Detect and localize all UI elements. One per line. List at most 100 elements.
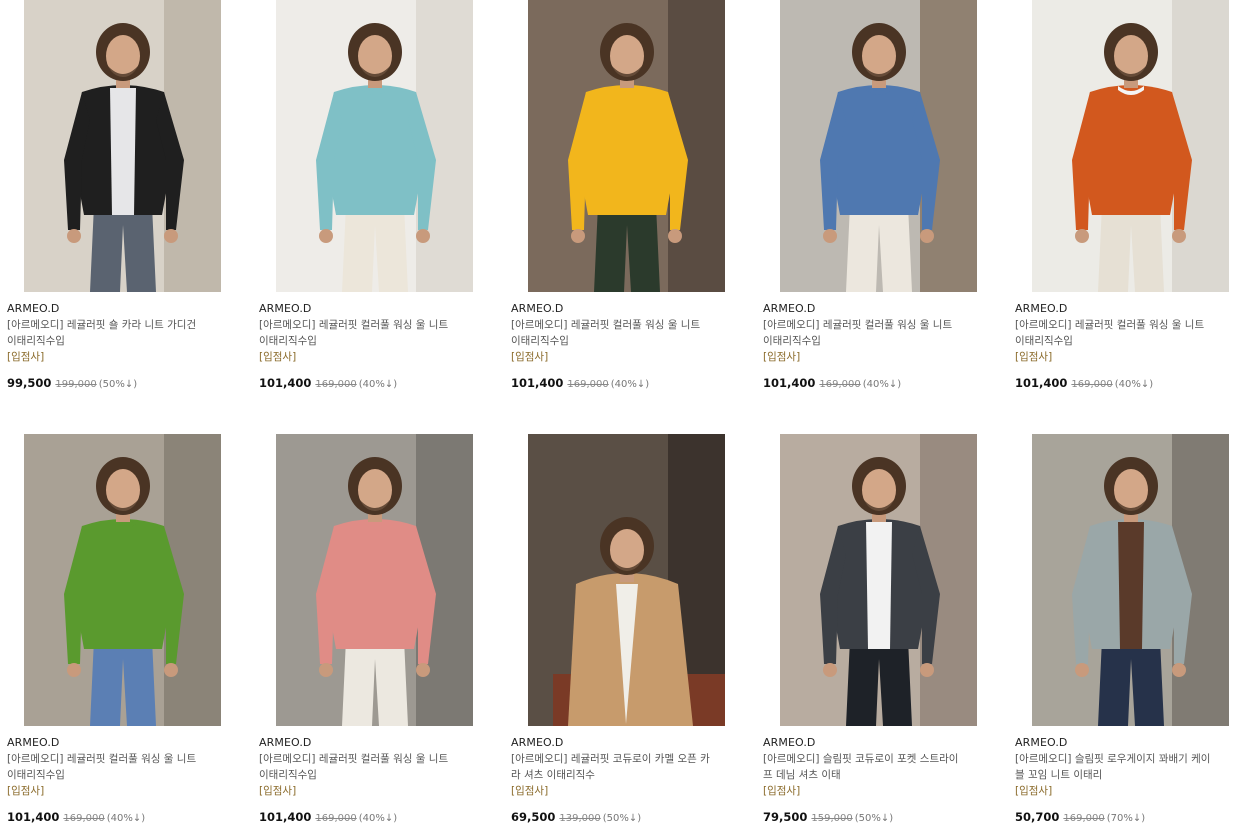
product-photo bbox=[1032, 0, 1229, 292]
seller-tag: [입점사] bbox=[1015, 785, 1053, 797]
original-price: 169,000 bbox=[567, 379, 609, 390]
product-photo bbox=[24, 0, 221, 292]
product-brand[interactable]: ARMEO.D bbox=[1015, 736, 1234, 750]
sale-price: 101,400 bbox=[763, 376, 816, 390]
product-grid: ARMEO.D [아르메오디] 레귤러핏 숄 카라 니트 가디건 이태리직수입 … bbox=[0, 0, 1234, 836]
price-row: 101,400 169,000 (40%↓) bbox=[259, 810, 481, 826]
original-price: 169,000 bbox=[1071, 379, 1113, 390]
product-name[interactable]: [아르메오디] 레귤러핏 코듀로이 카멜 오픈 카라 셔츠 이태리직수 bbox=[511, 751, 711, 783]
original-price: 169,000 bbox=[315, 379, 357, 390]
product-name[interactable]: [아르메오디] 슬림핏 코듀로이 포켓 스트라이프 데님 셔츠 이태 bbox=[763, 751, 963, 783]
seller-tag: [입점사] bbox=[7, 351, 45, 363]
product-info: ARMEO.D [아르메오디] 레귤러핏 컬러풀 워싱 울 니트 이태리직수입 … bbox=[259, 302, 481, 392]
price-row: 50,700 169,000 (70%↓) bbox=[1015, 810, 1234, 826]
product-image[interactable] bbox=[528, 0, 725, 292]
product-name[interactable]: [아르메오디] 슬림핏 로우게이지 꽈배기 케이블 꼬임 니트 이태리 bbox=[1015, 751, 1215, 783]
product-info: ARMEO.D [아르메오디] 슬림핏 코듀로이 포켓 스트라이프 데님 셔츠 … bbox=[763, 736, 985, 826]
price-row: 99,500 199,000 (50%↓) bbox=[7, 376, 229, 392]
original-price: 169,000 bbox=[63, 813, 105, 824]
seller-tag: [입점사] bbox=[259, 785, 297, 797]
seller-tag: [입점사] bbox=[511, 351, 549, 363]
product-image[interactable] bbox=[528, 434, 725, 726]
product-brand[interactable]: ARMEO.D bbox=[7, 736, 229, 750]
product-brand[interactable]: ARMEO.D bbox=[259, 302, 481, 316]
sale-price: 101,400 bbox=[259, 376, 312, 390]
product-image[interactable] bbox=[276, 434, 473, 726]
product-name[interactable]: [아르메오디] 레귤러핏 컬러풀 워싱 울 니트 이태리직수입 bbox=[259, 317, 459, 349]
price-row: 69,500 139,000 (50%↓) bbox=[511, 810, 733, 826]
sale-price: 101,400 bbox=[1015, 376, 1068, 390]
product-photo bbox=[780, 0, 977, 292]
product-name[interactable]: [아르메오디] 레귤러핏 컬러풀 워싱 울 니트 이태리직수입 bbox=[1015, 317, 1215, 349]
product-photo bbox=[1032, 434, 1229, 726]
discount-rate: (40%↓) bbox=[862, 379, 902, 390]
price-row: 101,400 169,000 (40%↓) bbox=[511, 376, 733, 392]
product-brand[interactable]: ARMEO.D bbox=[7, 302, 229, 316]
price-row: 101,400 169,000 (40%↓) bbox=[7, 810, 229, 826]
product-photo bbox=[276, 434, 473, 726]
seller-tag: [입점사] bbox=[259, 351, 297, 363]
product-info: ARMEO.D [아르메오디] 레귤러핏 컬러풀 워싱 울 니트 이태리직수입 … bbox=[259, 736, 481, 826]
seller-tag: [입점사] bbox=[511, 785, 549, 797]
product-photo bbox=[24, 434, 221, 726]
sale-price: 101,400 bbox=[511, 376, 564, 390]
product-photo bbox=[528, 434, 725, 726]
product-brand[interactable]: ARMEO.D bbox=[763, 736, 985, 750]
product-brand[interactable]: ARMEO.D bbox=[511, 302, 733, 316]
sale-price: 50,700 bbox=[1015, 810, 1060, 824]
sale-price: 101,400 bbox=[7, 810, 60, 824]
product-image[interactable] bbox=[1032, 0, 1229, 292]
discount-rate: (50%↓) bbox=[98, 379, 138, 390]
original-price: 199,000 bbox=[55, 379, 97, 390]
seller-tag: [입점사] bbox=[763, 785, 801, 797]
original-price: 169,000 bbox=[1063, 813, 1105, 824]
product-name[interactable]: [아르메오디] 레귤러핏 컬러풀 워싱 울 니트 이태리직수입 bbox=[259, 751, 459, 783]
sale-price: 99,500 bbox=[7, 376, 52, 390]
discount-rate: (40%↓) bbox=[106, 813, 146, 824]
seller-tag: [입점사] bbox=[7, 785, 45, 797]
discount-rate: (40%↓) bbox=[1114, 379, 1154, 390]
product-image[interactable] bbox=[276, 0, 473, 292]
product-brand[interactable]: ARMEO.D bbox=[259, 736, 481, 750]
product-info: ARMEO.D [아르메오디] 레귤러핏 컬러풀 워싱 울 니트 이태리직수입 … bbox=[763, 302, 985, 392]
product-image[interactable] bbox=[1032, 434, 1229, 726]
product-info: ARMEO.D [아르메오디] 레귤러핏 숄 카라 니트 가디건 이태리직수입 … bbox=[7, 302, 229, 392]
discount-rate: (70%↓) bbox=[1106, 813, 1146, 824]
sale-price: 69,500 bbox=[511, 810, 556, 824]
product-name[interactable]: [아르메오디] 레귤러핏 컬러풀 워싱 울 니트 이태리직수입 bbox=[511, 317, 711, 349]
sale-price: 101,400 bbox=[259, 810, 312, 824]
product-photo bbox=[528, 0, 725, 292]
original-price: 169,000 bbox=[315, 813, 357, 824]
product-photo bbox=[276, 0, 473, 292]
product-image[interactable] bbox=[780, 434, 977, 726]
price-row: 101,400 169,000 (40%↓) bbox=[763, 376, 985, 392]
discount-rate: (40%↓) bbox=[610, 379, 650, 390]
original-price: 169,000 bbox=[819, 379, 861, 390]
product-brand[interactable]: ARMEO.D bbox=[511, 736, 733, 750]
product-image[interactable] bbox=[780, 0, 977, 292]
discount-rate: (40%↓) bbox=[358, 813, 398, 824]
original-price: 139,000 bbox=[559, 813, 601, 824]
discount-rate: (40%↓) bbox=[358, 379, 398, 390]
seller-tag: [입점사] bbox=[763, 351, 801, 363]
product-brand[interactable]: ARMEO.D bbox=[1015, 302, 1234, 316]
product-name[interactable]: [아르메오디] 레귤러핏 컬러풀 워싱 울 니트 이태리직수입 bbox=[7, 751, 207, 783]
product-name[interactable]: [아르메오디] 레귤러핏 숄 카라 니트 가디건 이태리직수입 bbox=[7, 317, 207, 349]
discount-rate: (50%↓) bbox=[602, 813, 642, 824]
product-info: ARMEO.D [아르메오디] 레귤러핏 컬러풀 워싱 울 니트 이태리직수입 … bbox=[7, 736, 229, 826]
price-row: 101,400 169,000 (40%↓) bbox=[259, 376, 481, 392]
discount-rate: (50%↓) bbox=[854, 813, 894, 824]
product-image[interactable] bbox=[24, 0, 221, 292]
seller-tag: [입점사] bbox=[1015, 351, 1053, 363]
product-info: ARMEO.D [아르메오디] 레귤러핏 코듀로이 카멜 오픈 카라 셔츠 이태… bbox=[511, 736, 733, 826]
price-row: 101,400 169,000 (40%↓) bbox=[1015, 376, 1234, 392]
original-price: 159,000 bbox=[811, 813, 853, 824]
product-image[interactable] bbox=[24, 434, 221, 726]
product-info: ARMEO.D [아르메오디] 레귤러핏 컬러풀 워싱 울 니트 이태리직수입 … bbox=[511, 302, 733, 392]
product-name[interactable]: [아르메오디] 레귤러핏 컬러풀 워싱 울 니트 이태리직수입 bbox=[763, 317, 963, 349]
sale-price: 79,500 bbox=[763, 810, 808, 824]
price-row: 79,500 159,000 (50%↓) bbox=[763, 810, 985, 826]
product-brand[interactable]: ARMEO.D bbox=[763, 302, 985, 316]
product-photo bbox=[780, 434, 977, 726]
product-info: ARMEO.D [아르메오디] 레귤러핏 컬러풀 워싱 울 니트 이태리직수입 … bbox=[1015, 302, 1234, 392]
